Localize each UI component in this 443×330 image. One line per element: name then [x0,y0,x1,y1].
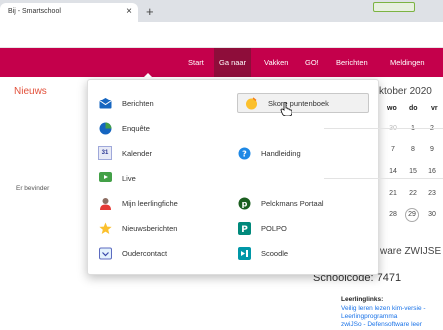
calendar-header-do: do [409,105,418,112]
polpo-icon: P [237,221,251,235]
calendar-day[interactable]: 14 [386,168,400,175]
parent-contact-icon [98,246,112,260]
calendar-day[interactable]: 7 [386,146,400,153]
close-icon[interactable]: × [126,6,132,17]
calendar-day[interactable]: 9 [425,146,439,153]
menu-divider [324,128,443,129]
calendar-day-today[interactable]: 29 [405,208,419,222]
calendar-day[interactable]: 30 [425,211,439,218]
nav-start[interactable]: Start [188,48,204,77]
menu-item-label: Enquête [122,123,150,133]
ga-naar-dropdown: Berichten Enquête 31 Kalender Live Mijn … [87,79,443,275]
browser-tabbar: Bij - Smartschool × + [0,0,443,22]
menu-item-enquete[interactable]: Enquête [98,119,150,137]
calendar-day[interactable]: 16 [425,168,439,175]
nav-meldingen[interactable]: Meldingen [390,48,425,77]
calendar-icon: 31 [98,146,112,160]
menu-item-live[interactable]: Live [98,169,136,187]
svg-text:?: ? [242,149,247,158]
menu-item-handleiding[interactable]: ? Handleiding [237,144,301,162]
skore-icon [244,96,258,110]
help-icon: ? [237,146,251,160]
student-link[interactable]: Leerlingprogramma [341,313,397,320]
live-video-icon [98,171,112,185]
svg-text:P: P [241,225,248,235]
nav-berichten[interactable]: Berichten [336,48,368,77]
new-tab-button[interactable]: + [146,4,154,19]
calendar-day[interactable]: 23 [425,190,439,197]
menu-item-scoodle[interactable]: Scoodle [237,244,288,262]
calendar-day[interactable]: 28 [386,211,400,218]
calendar-header-vr: vr [431,105,438,112]
menu-item-label: Oudercontact [122,248,168,258]
pie-chart-icon [98,121,112,135]
nav-vakken[interactable]: Vakken [264,48,288,77]
menu-item-label: Skore puntenboek [268,98,329,108]
links-title: Leerlinglinks: [341,296,384,303]
menu-item-pelckmans-portaal[interactable]: p Pelckmans Portaal [237,194,324,212]
menu-item-oudercontact[interactable]: Oudercontact [98,244,167,262]
pelckmans-icon: p [237,196,251,210]
menu-item-label: Live [122,173,136,183]
calendar-month-title: ktober 2020 [379,86,432,97]
hand-cursor-icon [280,101,293,121]
top-navbar: Start Ga naar Vakken GO! Berichten Meldi… [0,48,443,77]
student-icon [98,196,112,210]
envelope-icon [98,96,112,110]
browser-toolbar [0,22,443,48]
calendar-header-wo: wo [387,105,397,112]
calendar-day[interactable]: 8 [406,146,420,153]
menu-divider [324,178,443,179]
news-title: Nieuws [14,86,47,97]
menu-item-label: Kalender [122,148,153,158]
calendar-day[interactable]: 15 [406,168,420,175]
menu-item-label: Pelckmans Portaal [261,198,324,208]
menu-item-kalender[interactable]: 31 Kalender [98,144,152,162]
menu-item-label: Mijn leerlingfiche [122,198,178,208]
student-link[interactable]: zwiJSo - Defensoftware leer [341,321,422,328]
scoodle-icon [237,246,251,260]
extension-badge[interactable] [373,2,415,12]
svg-text:p: p [241,199,247,208]
menu-item-berichten[interactable]: Berichten [98,94,154,112]
menu-item-label: POLPO [261,223,287,233]
menu-item-nieuwsberichten[interactable]: Nieuwsberichten [98,219,177,237]
browser-tab[interactable]: Bij - Smartschool × [0,3,138,22]
menu-item-polpo[interactable]: P POLPO [237,219,287,237]
nav-ga-naar[interactable]: Ga naar [214,48,252,77]
nav-go[interactable]: GO! [305,48,319,77]
menu-item-mijn-leerlingfiche[interactable]: Mijn leerlingfiche [98,194,178,212]
menu-item-label: Handleiding [261,148,301,158]
star-icon [98,221,112,235]
menu-item-skore-puntenboek[interactable]: Skore puntenboek [237,93,369,113]
menu-item-label: Nieuwsberichten [122,223,178,233]
tab-title: Bij - Smartschool [8,8,61,15]
news-empty-text: Er bevinder [16,185,50,192]
right-panel: ktober 2020 wo do vr 30 1 2 7 8 9 14 15 … [375,78,443,330]
menu-item-label: Scoodle [261,248,289,258]
calendar-day[interactable]: 22 [406,190,420,197]
student-link[interactable]: Veilig leren lezen kim-versie - [341,305,426,312]
software-section-title: ware ZWIJSE [380,246,442,257]
menu-item-label: Berichten [122,98,154,108]
calendar-day[interactable]: 21 [386,190,400,197]
